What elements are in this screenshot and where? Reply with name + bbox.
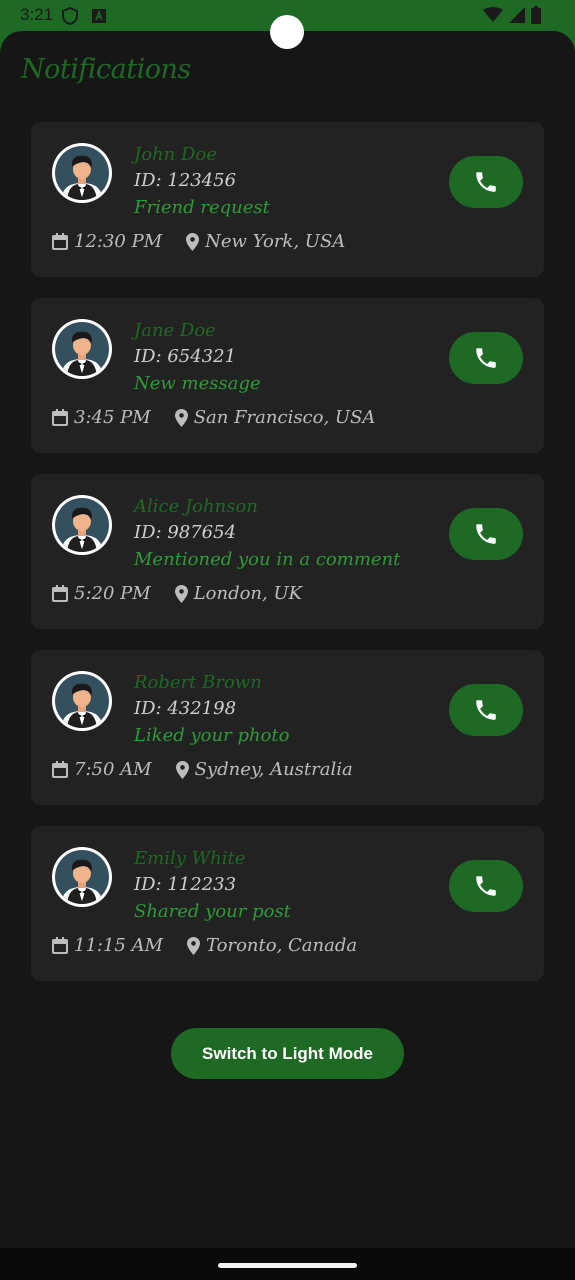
call-button[interactable] <box>449 508 523 560</box>
notification-location: Toronto, Canada <box>206 935 358 956</box>
location-pin-icon <box>186 232 200 251</box>
avatar <box>52 143 112 203</box>
notification-message: Friend request <box>134 197 270 218</box>
avatar <box>52 671 112 731</box>
battery-icon <box>531 6 541 24</box>
notification-name: Jane Doe <box>134 320 216 341</box>
calendar-icon <box>52 409 68 426</box>
phone-icon <box>476 172 496 192</box>
phone-icon <box>476 348 496 368</box>
notification-message: Mentioned you in a comment <box>134 549 401 570</box>
shield-icon <box>62 7 78 25</box>
notification-location: New York, USA <box>205 231 346 252</box>
notification-meta: 5:20 PM London, UK <box>52 583 302 604</box>
notification-time: 5:20 PM <box>74 583 151 604</box>
notification-id: ID: 654321 <box>134 346 237 367</box>
location-pin-icon <box>187 936 201 955</box>
notification-time: 11:15 AM <box>74 935 164 956</box>
notification-id: ID: 987654 <box>134 522 237 543</box>
notification-location: London, UK <box>193 583 303 604</box>
notification-id: ID: 432198 <box>134 698 237 719</box>
phone-icon <box>476 876 496 896</box>
page-title: Notifications <box>21 54 191 85</box>
notification-name: Robert Brown <box>134 672 262 693</box>
avatar <box>52 319 112 379</box>
call-button[interactable] <box>449 332 523 384</box>
notification-meta: 11:15 AM Toronto, Canada <box>52 935 357 956</box>
signal-icon <box>509 7 525 23</box>
navigation-bar <box>0 1248 575 1280</box>
notification-id: ID: 123456 <box>134 170 237 191</box>
switch-theme-button[interactable]: Switch to Light Mode <box>171 1028 404 1079</box>
calendar-icon <box>52 585 68 602</box>
a-badge-icon <box>92 9 106 23</box>
call-button[interactable] <box>449 156 523 208</box>
notification-meta: 12:30 PM New York, USA <box>52 231 345 252</box>
notification-time: 7:50 AM <box>74 759 152 780</box>
notification-card: Robert Brown ID: 432198 Liked your photo… <box>31 650 544 805</box>
home-indicator[interactable] <box>218 1263 357 1268</box>
wifi-icon <box>483 7 503 22</box>
phone-icon <box>476 524 496 544</box>
calendar-icon <box>52 937 68 954</box>
notification-message: Shared your post <box>134 901 291 922</box>
notification-meta: 3:45 PM San Francisco, USA <box>52 407 375 428</box>
calendar-icon <box>52 761 68 778</box>
notification-message: Liked your photo <box>134 725 290 746</box>
screen-corner-right <box>553 31 575 53</box>
notification-card: Jane Doe ID: 654321 New message 3:45 PM … <box>31 298 544 453</box>
notification-card: Emily White ID: 112233 Shared your post … <box>31 826 544 981</box>
notification-name: Emily White <box>134 848 246 869</box>
avatar <box>52 847 112 907</box>
notification-message: New message <box>134 373 261 394</box>
location-pin-icon <box>174 584 188 603</box>
notification-id: ID: 112233 <box>134 874 237 895</box>
location-pin-icon <box>175 760 189 779</box>
notification-time: 3:45 PM <box>74 407 151 428</box>
notification-card: Alice Johnson ID: 987654 Mentioned you i… <box>31 474 544 629</box>
notification-location: San Francisco, USA <box>193 407 376 428</box>
calendar-icon <box>52 233 68 250</box>
status-time: 3:21 <box>20 5 54 24</box>
notification-location: Sydney, Australia <box>194 759 353 780</box>
location-pin-icon <box>174 408 188 427</box>
call-button[interactable] <box>449 684 523 736</box>
notification-time: 12:30 PM <box>74 231 163 252</box>
notification-name: Alice Johnson <box>134 496 258 517</box>
notification-card: John Doe ID: 123456 Friend request 12:30… <box>31 122 544 277</box>
notification-name: John Doe <box>134 144 217 165</box>
phone-icon <box>476 700 496 720</box>
screen-corner-left <box>0 31 22 53</box>
notification-meta: 7:50 AM Sydney, Australia <box>52 759 353 780</box>
call-button[interactable] <box>449 860 523 912</box>
camera-cutout <box>270 15 304 49</box>
avatar <box>52 495 112 555</box>
